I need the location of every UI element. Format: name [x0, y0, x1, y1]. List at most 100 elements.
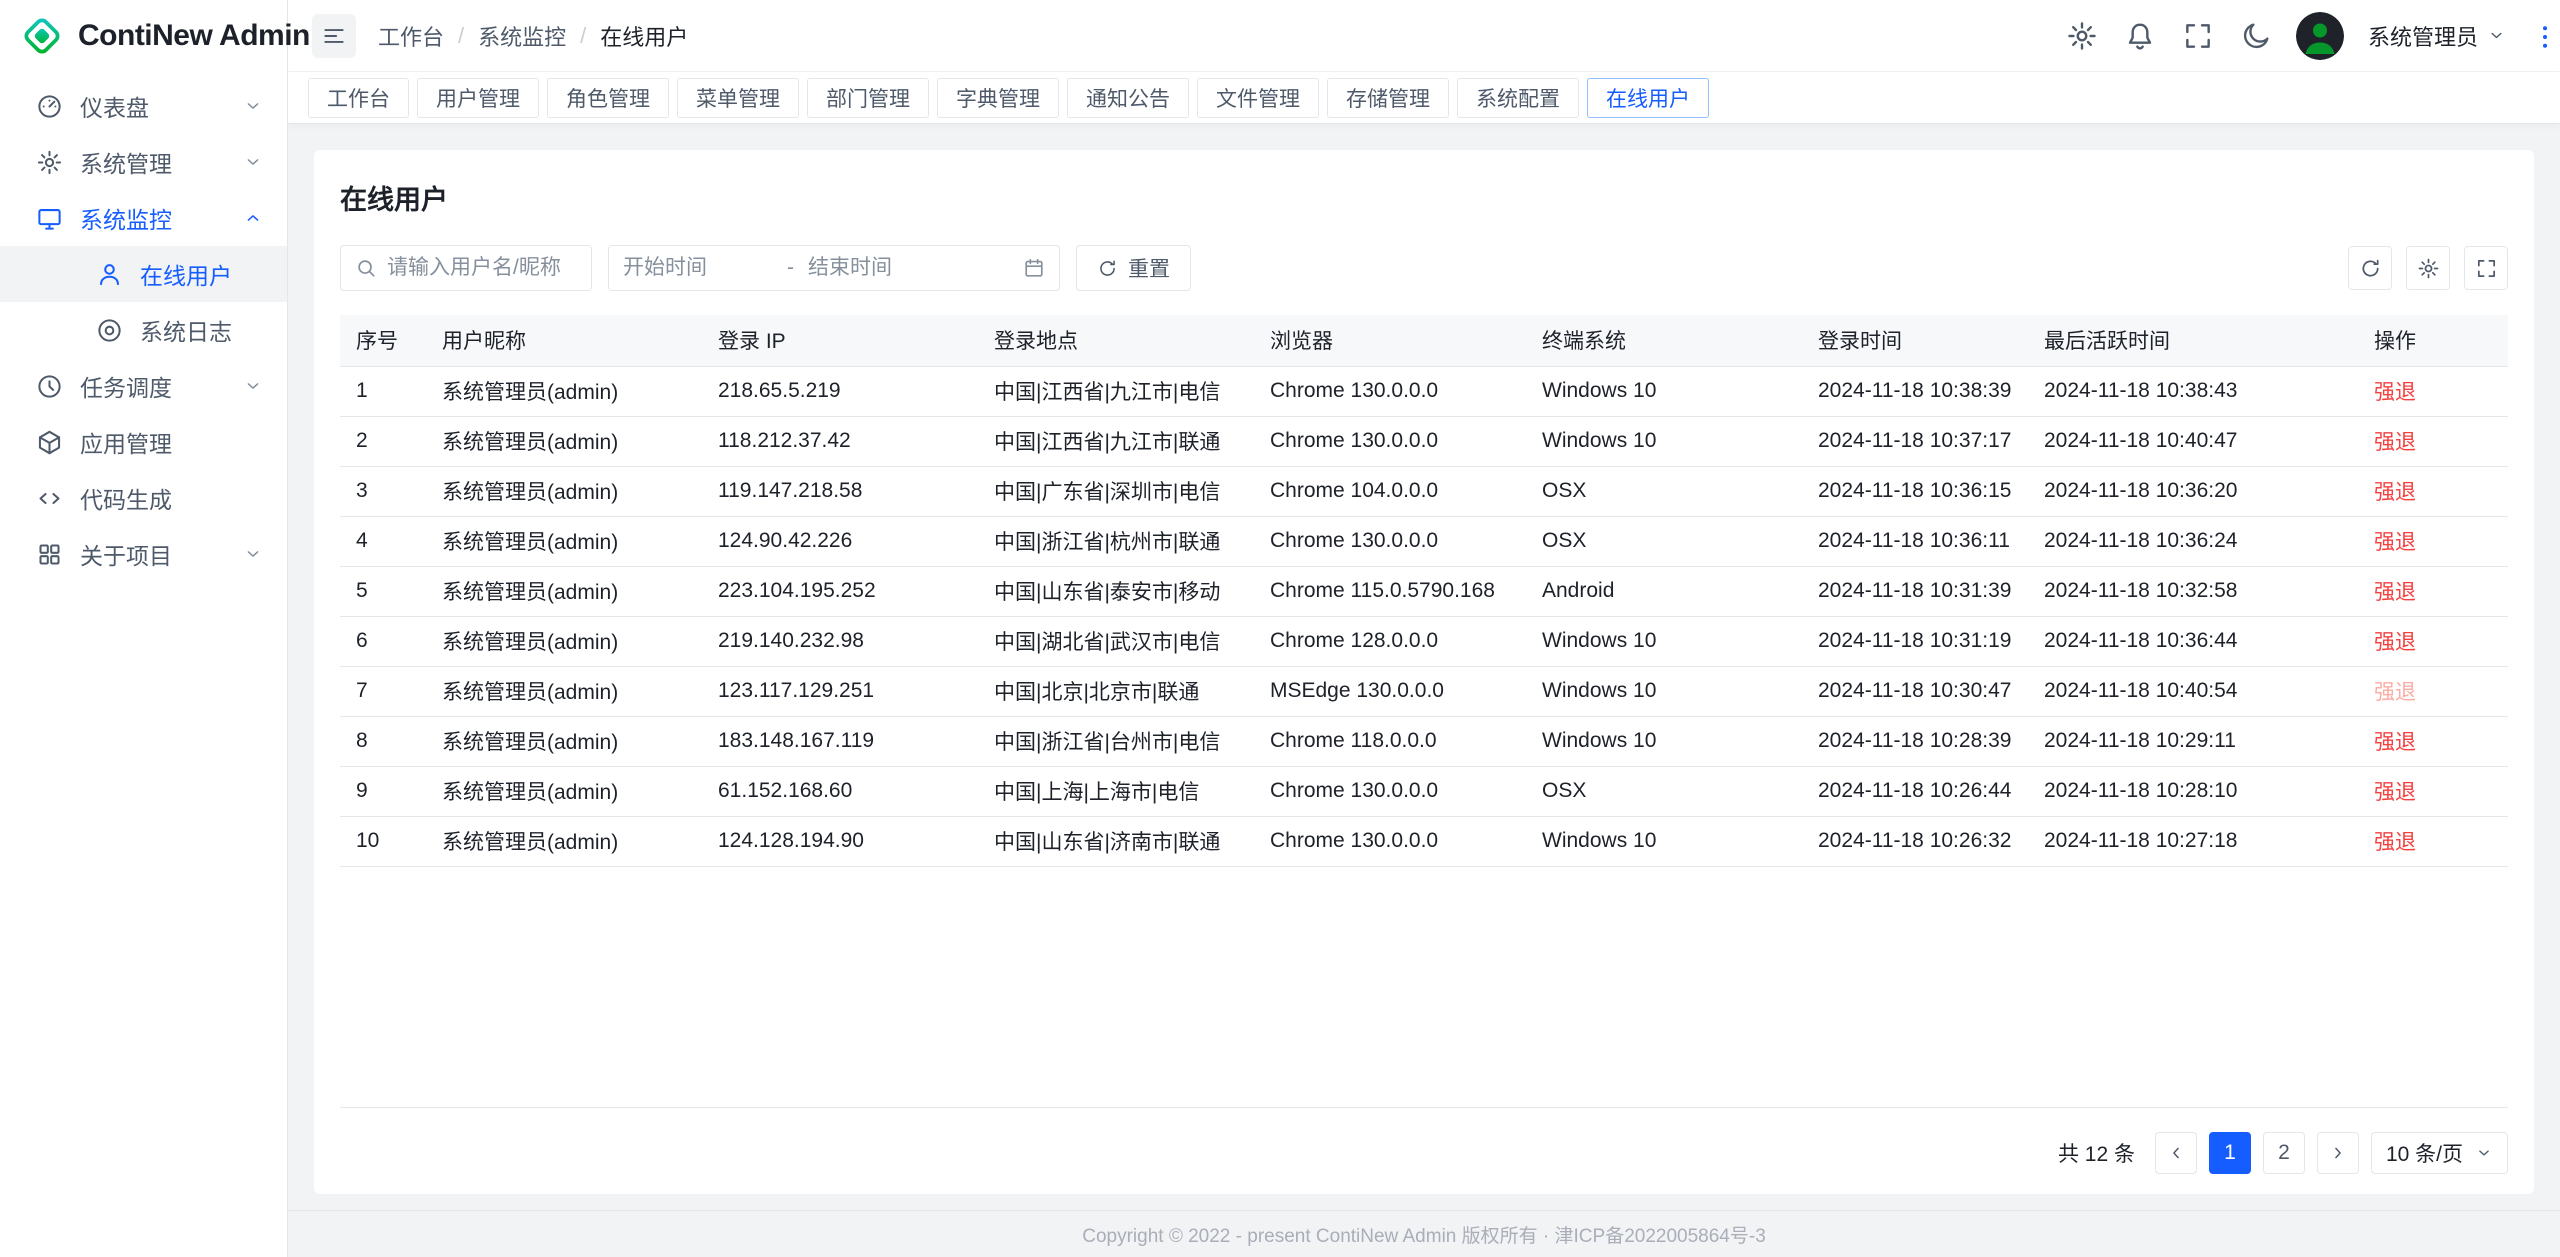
force-logout-link[interactable]: 强退	[2374, 381, 2416, 404]
tab-10[interactable]: 在线用户	[1587, 78, 1709, 118]
cell-browser: Chrome 130.0.0.0	[1254, 766, 1526, 816]
force-logout-link[interactable]: 强退	[2374, 581, 2416, 604]
app-logo[interactable]: ContiNew Admin	[0, 0, 287, 72]
column-settings-button[interactable]	[2406, 246, 2450, 290]
moon-button[interactable]	[2240, 20, 2272, 52]
column-header: 序号	[340, 315, 426, 366]
cell-ip: 223.104.195.252	[702, 566, 978, 616]
monitor-icon	[36, 205, 63, 232]
sidebar-collapse-button[interactable]	[312, 14, 356, 58]
cell-location: 中国|江西省|九江市|电信	[978, 366, 1254, 416]
cell-last_active: 2024-11-18 10:36:24	[2028, 516, 2358, 566]
sidebar-item-task-scheduler[interactable]: 任务调度	[0, 358, 287, 414]
tab-8[interactable]: 存储管理	[1327, 78, 1449, 118]
force-logout-link[interactable]: 强退	[2374, 681, 2416, 704]
cell-ip: 124.128.194.90	[702, 816, 978, 866]
page-size-label: 10 条/页	[2386, 1138, 2463, 1168]
bell-icon	[2124, 20, 2156, 52]
page-1-button[interactable]: 1	[2209, 1132, 2251, 1174]
search-input[interactable]	[340, 245, 592, 291]
force-logout-link[interactable]: 强退	[2374, 431, 2416, 454]
tab-0[interactable]: 工作台	[308, 78, 409, 118]
footer: Copyright © 2022 - present ContiNew Admi…	[288, 1210, 2560, 1257]
tab-label: 用户管理	[436, 83, 520, 113]
more-options-button[interactable]	[2530, 20, 2560, 54]
sidebar-item-label: 代码生成	[80, 481, 263, 515]
prev-page-button[interactable]	[2155, 1132, 2197, 1174]
sidebar-item-dashboard[interactable]: 仪表盘	[0, 78, 287, 134]
chevron-right-icon	[2328, 1143, 2348, 1163]
end-date-field[interactable]	[808, 256, 958, 280]
sidebar-item-label: 应用管理	[80, 425, 263, 459]
sidebar-item-app-management[interactable]: 应用管理	[0, 414, 287, 470]
page-2-button[interactable]: 2	[2263, 1132, 2305, 1174]
fullscreen-table-button[interactable]	[2464, 246, 2508, 290]
cell-location: 中国|山东省|济南市|联通	[978, 816, 1254, 866]
table-row: 8系统管理员(admin)183.148.167.119中国|浙江省|台州市|电…	[340, 716, 2508, 766]
tab-2[interactable]: 角色管理	[547, 78, 669, 118]
settings-button[interactable]	[2066, 20, 2098, 52]
refresh-table-button[interactable]	[2348, 246, 2392, 290]
tab-4[interactable]: 部门管理	[807, 78, 929, 118]
tab-label: 文件管理	[1216, 83, 1300, 113]
fullscreen-icon	[2182, 20, 2214, 52]
cell-ip: 118.212.37.42	[702, 416, 978, 466]
cell-ip: 183.148.167.119	[702, 716, 978, 766]
force-logout-link[interactable]: 强退	[2374, 781, 2416, 804]
sidebar-item-system-management[interactable]: 系统管理	[0, 134, 287, 190]
sidebar-item-system-monitor[interactable]: 系统监控	[0, 190, 287, 246]
force-logout-link[interactable]: 强退	[2374, 831, 2416, 854]
start-date-field[interactable]	[623, 256, 773, 280]
app-icon	[36, 429, 63, 456]
tab-5[interactable]: 字典管理	[937, 78, 1059, 118]
cell-index: 7	[340, 666, 426, 716]
force-logout-link[interactable]: 强退	[2374, 481, 2416, 504]
force-logout-link[interactable]: 强退	[2374, 731, 2416, 754]
cell-last_active: 2024-11-18 10:38:43	[2028, 366, 2358, 416]
cell-location: 中国|广东省|深圳市|电信	[978, 466, 1254, 516]
sidebar-item-code-generation[interactable]: 代码生成	[0, 470, 287, 526]
table-container: 序号用户昵称登录 IP登录地点浏览器终端系统登录时间最后活跃时间操作 1系统管理…	[340, 315, 2508, 1108]
table-row: 3系统管理员(admin)119.147.218.58中国|广东省|深圳市|电信…	[340, 466, 2508, 516]
page-content: 在线用户 - 重置	[288, 124, 2560, 1210]
user-menu[interactable]: 系统管理员	[2368, 20, 2506, 52]
avatar[interactable]	[2296, 12, 2344, 60]
sidebar-item-label: 任务调度	[80, 369, 226, 403]
tab-label: 字典管理	[956, 83, 1040, 113]
next-page-button[interactable]	[2317, 1132, 2359, 1174]
cell-os: OSX	[1526, 466, 1802, 516]
search-field[interactable]	[387, 256, 577, 280]
cell-nickname: 系统管理员(admin)	[426, 416, 702, 466]
breadcrumb-item[interactable]: 系统监控	[478, 20, 566, 52]
breadcrumb-item[interactable]: 工作台	[378, 20, 444, 52]
sidebar-item-online-users[interactable]: 在线用户	[0, 246, 287, 302]
tab-7[interactable]: 文件管理	[1197, 78, 1319, 118]
sidebar-item-system-logs[interactable]: 系统日志	[0, 302, 287, 358]
search-icon	[355, 257, 377, 279]
force-logout-link[interactable]: 强退	[2374, 531, 2416, 554]
refresh-icon	[2359, 257, 2382, 280]
cell-action: 强退	[2358, 466, 2508, 516]
chevron-down-icon	[243, 152, 263, 172]
reset-button[interactable]: 重置	[1076, 245, 1191, 291]
tab-6[interactable]: 通知公告	[1067, 78, 1189, 118]
sidebar-item-about-project[interactable]: 关于项目	[0, 526, 287, 582]
sidebar-menu: 仪表盘系统管理系统监控在线用户系统日志任务调度应用管理代码生成关于项目	[0, 72, 287, 1257]
moon-icon	[2240, 20, 2272, 52]
fullscreen-button[interactable]	[2182, 20, 2214, 52]
header-action-icons	[2066, 20, 2272, 52]
cell-action: 强退	[2358, 766, 2508, 816]
bell-button[interactable]	[2124, 20, 2156, 52]
page-size-select[interactable]: 10 条/页	[2371, 1132, 2508, 1174]
table-row: 6系统管理员(admin)219.140.232.98中国|湖北省|武汉市|电信…	[340, 616, 2508, 666]
tab-1[interactable]: 用户管理	[417, 78, 539, 118]
header-left: 工作台/系统监控/在线用户	[312, 14, 688, 58]
date-range-picker[interactable]: -	[608, 245, 1060, 291]
tab-9[interactable]: 系统配置	[1457, 78, 1579, 118]
table-row: 1系统管理员(admin)218.65.5.219中国|江西省|九江市|电信Ch…	[340, 366, 2508, 416]
force-logout-link[interactable]: 强退	[2374, 631, 2416, 654]
tab-3[interactable]: 菜单管理	[677, 78, 799, 118]
cell-action: 强退	[2358, 516, 2508, 566]
cell-browser: Chrome 128.0.0.0	[1254, 616, 1526, 666]
tab-label: 菜单管理	[696, 83, 780, 113]
